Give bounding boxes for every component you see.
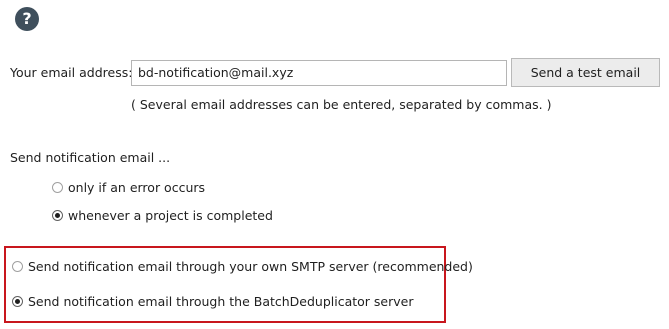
email-input[interactable]: [131, 60, 507, 86]
help-glyph: ?: [22, 9, 32, 28]
radio-button[interactable]: [12, 261, 23, 272]
radio-button-selected[interactable]: [12, 296, 23, 307]
send-test-email-label: Send a test email: [530, 65, 641, 80]
radio-label: only if an error occurs: [68, 180, 206, 195]
notify-heading: Send notification email ...: [10, 150, 171, 165]
radio-label: whenever a project is completed: [68, 208, 273, 223]
radio-option-project-completed[interactable]: whenever a project is completed: [52, 208, 273, 223]
help-icon[interactable]: ?: [15, 7, 39, 31]
radio-option-own-smtp[interactable]: Send notification email through your own…: [12, 259, 473, 274]
highlight-box: [4, 246, 446, 323]
radio-button[interactable]: [52, 182, 63, 193]
radio-label: Send notification email through your own…: [28, 259, 473, 274]
email-hint: ( Several email addresses can be entered…: [131, 97, 552, 112]
email-label: Your email address:: [10, 65, 133, 80]
radio-option-error-only[interactable]: only if an error occurs: [52, 180, 205, 195]
radio-label: Send notification email through the Batc…: [28, 294, 414, 309]
notification-settings-panel: ? Your email address: Send a test email …: [0, 0, 669, 329]
radio-option-batchdeduplicator-server[interactable]: Send notification email through the Batc…: [12, 294, 414, 309]
send-test-email-button[interactable]: Send a test email: [511, 58, 660, 87]
radio-button-selected[interactable]: [52, 210, 63, 221]
